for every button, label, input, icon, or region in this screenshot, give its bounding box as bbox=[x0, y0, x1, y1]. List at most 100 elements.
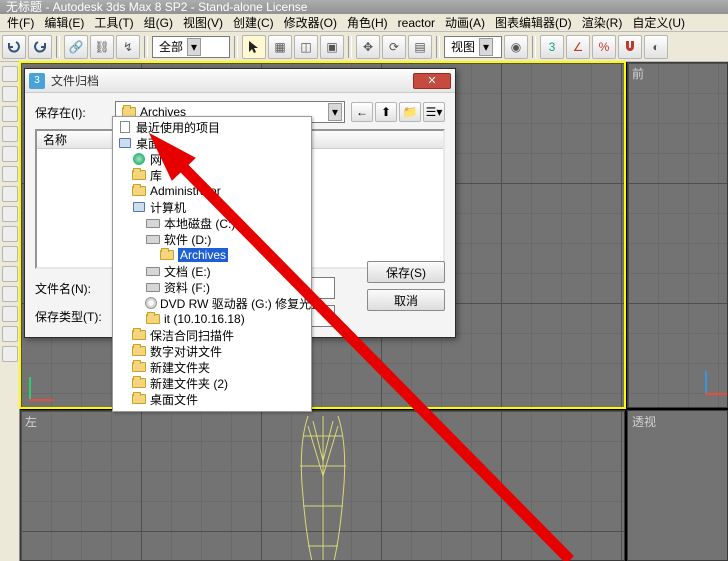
chevron-down-icon: ▾ bbox=[187, 38, 201, 56]
tree-item[interactable]: 软件 (D:) bbox=[113, 231, 311, 247]
side-button[interactable] bbox=[2, 126, 18, 142]
menu-modifiers[interactable]: 修改器(O) bbox=[279, 14, 342, 31]
side-button[interactable] bbox=[2, 266, 18, 282]
wireframe-model bbox=[278, 416, 368, 561]
app-title: 无标题 - Autodesk 3ds Max 8 SP2 - Stand-alo… bbox=[6, 0, 307, 14]
save-button[interactable]: 保存(S) bbox=[367, 261, 445, 283]
undo-button[interactable] bbox=[2, 35, 26, 59]
tree-item-label: 桌面文件 bbox=[150, 391, 198, 408]
link-button[interactable]: 🔗 bbox=[64, 35, 88, 59]
menu-animation[interactable]: 动画(A) bbox=[440, 14, 490, 31]
comp-icon bbox=[131, 200, 147, 214]
tree-item-label: 桌面 bbox=[136, 135, 160, 152]
tree-item[interactable]: 数字对讲文件 bbox=[113, 343, 311, 359]
menu-reactor[interactable]: reactor bbox=[393, 16, 440, 30]
tree-item[interactable]: DVD RW 驱动器 (G:) 修复光盘 bbox=[113, 295, 311, 311]
selection-filter-combo[interactable]: 全部 ▾ bbox=[152, 36, 230, 58]
side-button[interactable] bbox=[2, 106, 18, 122]
viewport-front[interactable]: 前 bbox=[627, 62, 728, 408]
menu-views[interactable]: 视图(V) bbox=[178, 14, 228, 31]
tree-item[interactable]: Archives bbox=[113, 247, 311, 263]
select-rect-button[interactable]: ◫ bbox=[294, 35, 318, 59]
viewport-perspective[interactable]: 透视 bbox=[627, 410, 728, 561]
tree-item[interactable]: Administrator bbox=[113, 183, 311, 199]
tree-item[interactable]: it (10.10.16.18) bbox=[113, 311, 311, 327]
tree-item[interactable]: 本地磁盘 (C:) bbox=[113, 215, 311, 231]
percent-snap-button[interactable]: % bbox=[592, 35, 616, 59]
back-button[interactable]: ← bbox=[351, 102, 373, 122]
select-name-button[interactable]: ▦ bbox=[268, 35, 292, 59]
app-root: 无标题 - Autodesk 3ds Max 8 SP2 - Stand-alo… bbox=[0, 0, 728, 561]
folder-icon bbox=[131, 360, 147, 374]
snap-toggle[interactable]: 3 bbox=[540, 35, 564, 59]
side-button[interactable] bbox=[2, 86, 18, 102]
menu-tools[interactable]: 工具(T) bbox=[89, 14, 138, 31]
drive-icon bbox=[145, 232, 161, 246]
angle-snap-button[interactable]: ∠ bbox=[566, 35, 590, 59]
redo-button[interactable] bbox=[28, 35, 52, 59]
tree-item[interactable]: 库 bbox=[113, 167, 311, 183]
menu-character[interactable]: 角色(H) bbox=[342, 14, 393, 31]
tree-item[interactable]: 桌面文件 bbox=[113, 391, 311, 407]
viewport-left[interactable]: 左 bbox=[20, 410, 625, 561]
unlink-button[interactable]: ⛓ bbox=[90, 35, 114, 59]
scale-button[interactable]: ▤ bbox=[408, 35, 432, 59]
side-button[interactable] bbox=[2, 226, 18, 242]
menu-customize[interactable]: 自定义(U) bbox=[627, 14, 690, 31]
rotate-button[interactable]: ⟳ bbox=[382, 35, 406, 59]
side-button[interactable] bbox=[2, 186, 18, 202]
close-button[interactable]: ✕ bbox=[413, 73, 451, 89]
tree-item[interactable]: 保洁合同扫描件 bbox=[113, 327, 311, 343]
net-icon bbox=[131, 152, 147, 166]
view-menu-button[interactable]: ☰▾ bbox=[423, 102, 445, 122]
ref-coord-combo[interactable]: 视图 ▾ bbox=[444, 36, 502, 58]
side-button[interactable] bbox=[2, 246, 18, 262]
tree-item[interactable]: 计算机 bbox=[113, 199, 311, 215]
tree-item[interactable]: 桌面 bbox=[113, 135, 311, 151]
tree-item[interactable]: 文档 (E:) bbox=[113, 263, 311, 279]
side-button[interactable] bbox=[2, 346, 18, 362]
select-button[interactable] bbox=[242, 35, 266, 59]
tree-item[interactable]: 最近使用的项目 bbox=[113, 119, 311, 135]
tree-item[interactable]: 资料 (F:) bbox=[113, 279, 311, 295]
menu-render[interactable]: 渲染(R) bbox=[577, 14, 628, 31]
cancel-button[interactable]: 取消 bbox=[367, 289, 445, 311]
save-in-label: 保存在(I): bbox=[35, 104, 109, 121]
app-icon: 3 bbox=[29, 73, 45, 89]
toolbar-separator bbox=[532, 36, 536, 58]
tree-item-label: 新建文件夹 (2) bbox=[150, 375, 228, 392]
select-window-button[interactable]: ▣ bbox=[320, 35, 344, 59]
tree-item[interactable]: 新建文件夹 (2) bbox=[113, 375, 311, 391]
location-tree-dropdown[interactable]: 最近使用的项目桌面网库Administrator计算机本地磁盘 (C:)软件 (… bbox=[112, 116, 312, 412]
tree-item-label: it (10.10.16.18) bbox=[164, 312, 245, 326]
menu-file[interactable]: 件(F) bbox=[2, 14, 39, 31]
menu-create[interactable]: 创建(C) bbox=[228, 14, 279, 31]
viewport-label: 前 bbox=[632, 65, 644, 82]
folder-icon bbox=[131, 328, 147, 342]
menu-group[interactable]: 组(G) bbox=[139, 14, 178, 31]
side-button[interactable] bbox=[2, 166, 18, 182]
toolbar-separator bbox=[436, 36, 440, 58]
tree-item[interactable]: 网 bbox=[113, 151, 311, 167]
tree-item[interactable]: 新建文件夹 bbox=[113, 359, 311, 375]
chevron-down-icon: ▾ bbox=[328, 103, 342, 121]
move-button[interactable]: ✥ bbox=[356, 35, 380, 59]
pivot-button[interactable]: ◉ bbox=[504, 35, 528, 59]
side-button[interactable] bbox=[2, 326, 18, 342]
menu-edit[interactable]: 编辑(E) bbox=[39, 14, 89, 31]
side-button[interactable] bbox=[2, 206, 18, 222]
magnet-icon[interactable] bbox=[618, 35, 642, 59]
menu-bar: 件(F) 编辑(E) 工具(T) 组(G) 视图(V) 创建(C) 修改器(O)… bbox=[0, 14, 728, 32]
new-folder-button[interactable]: 📁 bbox=[399, 102, 421, 122]
side-button[interactable] bbox=[2, 146, 18, 162]
spinner-button[interactable]: ◐ bbox=[644, 35, 668, 59]
title-bar: 无标题 - Autodesk 3ds Max 8 SP2 - Stand-alo… bbox=[0, 0, 728, 14]
bind-button[interactable]: ↯ bbox=[116, 35, 140, 59]
up-button[interactable]: ⬆ bbox=[375, 102, 397, 122]
menu-graph[interactable]: 图表编辑器(D) bbox=[490, 14, 577, 31]
side-button[interactable] bbox=[2, 306, 18, 322]
toolbar-separator bbox=[56, 36, 60, 58]
dialog-title-bar[interactable]: 3 文件归档 ✕ bbox=[25, 69, 455, 93]
side-button[interactable] bbox=[2, 66, 18, 82]
side-button[interactable] bbox=[2, 286, 18, 302]
